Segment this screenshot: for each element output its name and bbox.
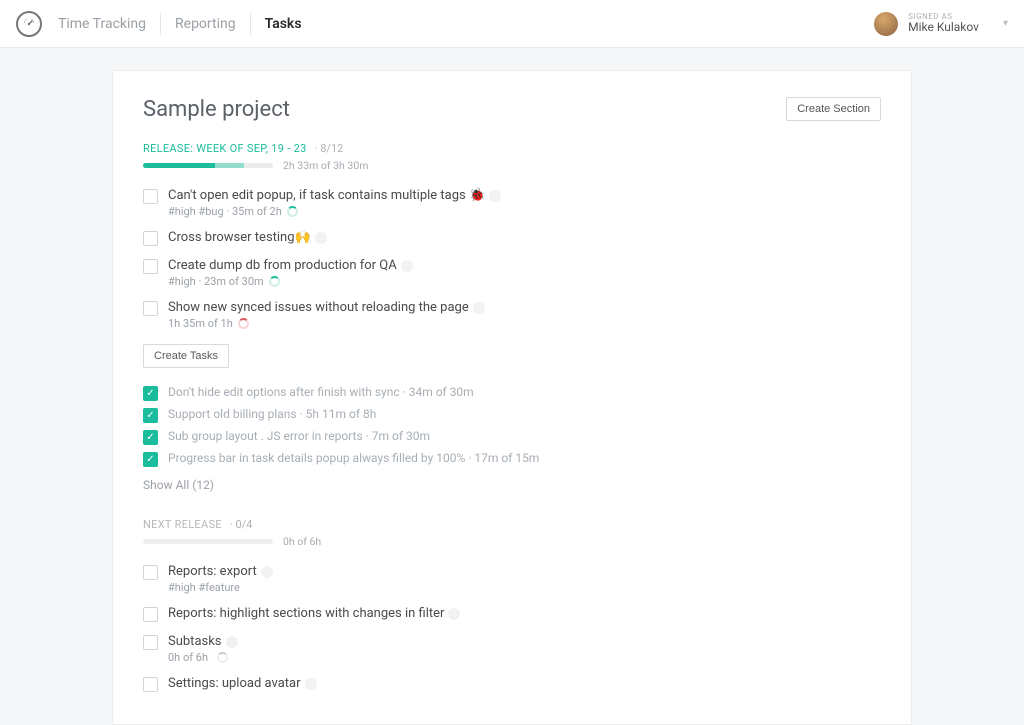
task-row[interactable]: Cross browser testing🙌 <box>143 224 881 252</box>
task-body: Subtasks 0h of 6h <box>168 634 881 664</box>
task-trail-dot <box>305 678 317 690</box>
task-list: Reports: export#high #feature Reports: hi… <box>143 558 881 698</box>
task-title: Create dump db from production for QA <box>168 258 397 273</box>
progress-spinner-icon <box>238 318 249 329</box>
section-time: 0h of 6h <box>283 535 321 548</box>
completed-task-row[interactable]: ✓ Progress bar in task details popup alwa… <box>143 448 881 470</box>
task-trail-dot <box>226 636 238 648</box>
progress-done <box>143 163 215 168</box>
task-title: Reports: export <box>168 564 257 579</box>
nav-time-tracking[interactable]: Time Tracking <box>58 16 146 32</box>
task-checkbox[interactable]: ✓ <box>143 430 158 445</box>
task-body: Show new synced issues without reloading… <box>168 300 881 330</box>
task-title: Don't hide edit options after finish wit… <box>168 385 474 399</box>
task-checkbox[interactable] <box>143 635 158 650</box>
task-title: Cross browser testing🙌 <box>168 230 311 245</box>
chevron-down-icon: ▾ <box>1003 18 1008 29</box>
user-menu[interactable]: SIGNED AS Mike Kulakov ▾ <box>874 12 1008 36</box>
task-checkbox[interactable]: ✓ <box>143 452 158 467</box>
nav-tasks[interactable]: Tasks <box>265 16 302 32</box>
task-row[interactable]: Create dump db from production for QA #hi… <box>143 252 881 294</box>
progress-spinner-icon <box>269 276 280 287</box>
nav-separator <box>160 13 161 35</box>
task-checkbox[interactable] <box>143 231 158 246</box>
task-title: Subtasks <box>168 634 222 649</box>
task-checkbox[interactable] <box>143 677 158 692</box>
user-name: Mike Kulakov <box>908 21 979 34</box>
task-title: Settings: upload avatar <box>168 676 301 691</box>
section-time: 2h 33m of 3h 30m <box>283 159 368 172</box>
nav-separator <box>250 13 251 35</box>
section-release: RELEASE: WEEK OF SEP, 19 - 23 · 8/12 2h … <box>143 142 881 492</box>
task-trail-dot <box>473 302 485 314</box>
task-trail-dot <box>261 566 273 578</box>
task-checkbox[interactable] <box>143 565 158 580</box>
create-tasks-button[interactable]: Create Tasks <box>143 344 229 368</box>
task-checkbox[interactable] <box>143 607 158 622</box>
task-checkbox[interactable] <box>143 259 158 274</box>
task-title: Sub group layout . JS error in reports ·… <box>168 429 430 443</box>
task-row[interactable]: Show new synced issues without reloading… <box>143 294 881 336</box>
task-title: Reports: highlight sections with changes… <box>168 606 444 621</box>
section-progress-bar <box>143 163 273 168</box>
task-title: Show new synced issues without reloading… <box>168 300 469 315</box>
task-meta: #high #bug · 35m of 2h <box>168 205 881 218</box>
task-trail-dot <box>401 260 413 272</box>
user-info: SIGNED AS Mike Kulakov <box>908 13 979 35</box>
completed-task-row[interactable]: ✓ Don't hide edit options after finish wi… <box>143 382 881 404</box>
section-next-release: NEXT RELEASE · 0/4 0h of 6h Reports: exp… <box>143 518 881 698</box>
gauge-icon <box>21 16 37 32</box>
task-trail-dot <box>315 232 327 244</box>
completed-task-row[interactable]: ✓ Sub group layout . JS error in reports … <box>143 426 881 448</box>
task-body: Cross browser testing🙌 <box>168 230 881 245</box>
progress-spinner-icon <box>287 206 298 217</box>
completed-task-row[interactable]: ✓ Support old billing plans · 5h 11m of 8… <box>143 404 881 426</box>
task-body: Reports: highlight sections with changes… <box>168 606 881 621</box>
create-section-button[interactable]: Create Section <box>786 97 881 121</box>
task-body: Reports: export#high #feature <box>168 564 881 594</box>
task-title: Progress bar in task details popup alway… <box>168 451 539 465</box>
task-row[interactable]: Can't open edit popup, if task contains … <box>143 182 881 224</box>
section-label: NEXT RELEASE <box>143 518 222 531</box>
task-title: Can't open edit popup, if task contains … <box>168 188 485 203</box>
project-card: Sample project Create Section RELEASE: W… <box>112 70 912 725</box>
section-count: · 0/4 <box>230 518 253 531</box>
progress-spinner-icon <box>217 652 228 663</box>
task-row[interactable]: Settings: upload avatar <box>143 670 881 698</box>
nav-reporting[interactable]: Reporting <box>175 16 236 32</box>
task-meta: 0h of 6h <box>168 651 881 664</box>
section-label: RELEASE: WEEK OF SEP, 19 - 23 <box>143 142 307 155</box>
task-title: Support old billing plans · 5h 11m of 8h <box>168 407 376 421</box>
app-logo <box>16 11 42 37</box>
main-nav: Time Tracking Reporting Tasks <box>58 13 302 35</box>
app-header: Time Tracking Reporting Tasks SIGNED AS … <box>0 0 1024 48</box>
task-trail-dot <box>489 190 501 202</box>
section-progress-bar <box>143 539 273 544</box>
task-body: Create dump db from production for QA #hi… <box>168 258 881 288</box>
task-checkbox[interactable] <box>143 301 158 316</box>
project-title: Sample project <box>143 97 290 122</box>
task-list: Can't open edit popup, if task contains … <box>143 182 881 336</box>
task-row[interactable]: Subtasks 0h of 6h <box>143 628 881 670</box>
task-trail-dot <box>448 608 460 620</box>
task-row[interactable]: Reports: export#high #feature <box>143 558 881 600</box>
task-row[interactable]: Reports: highlight sections with changes… <box>143 600 881 628</box>
task-checkbox[interactable]: ✓ <box>143 408 158 423</box>
completed-list: ✓ Don't hide edit options after finish wi… <box>143 382 881 470</box>
task-body: Can't open edit popup, if task contains … <box>168 188 881 218</box>
task-meta: #high · 23m of 30m <box>168 275 881 288</box>
task-checkbox[interactable] <box>143 189 158 204</box>
task-body: Settings: upload avatar <box>168 676 881 691</box>
show-all-link[interactable]: Show All (12) <box>143 478 881 492</box>
avatar <box>874 12 898 36</box>
section-count: · 8/12 <box>315 142 344 155</box>
task-meta: 1h 35m of 1h <box>168 317 881 330</box>
task-checkbox[interactable]: ✓ <box>143 386 158 401</box>
